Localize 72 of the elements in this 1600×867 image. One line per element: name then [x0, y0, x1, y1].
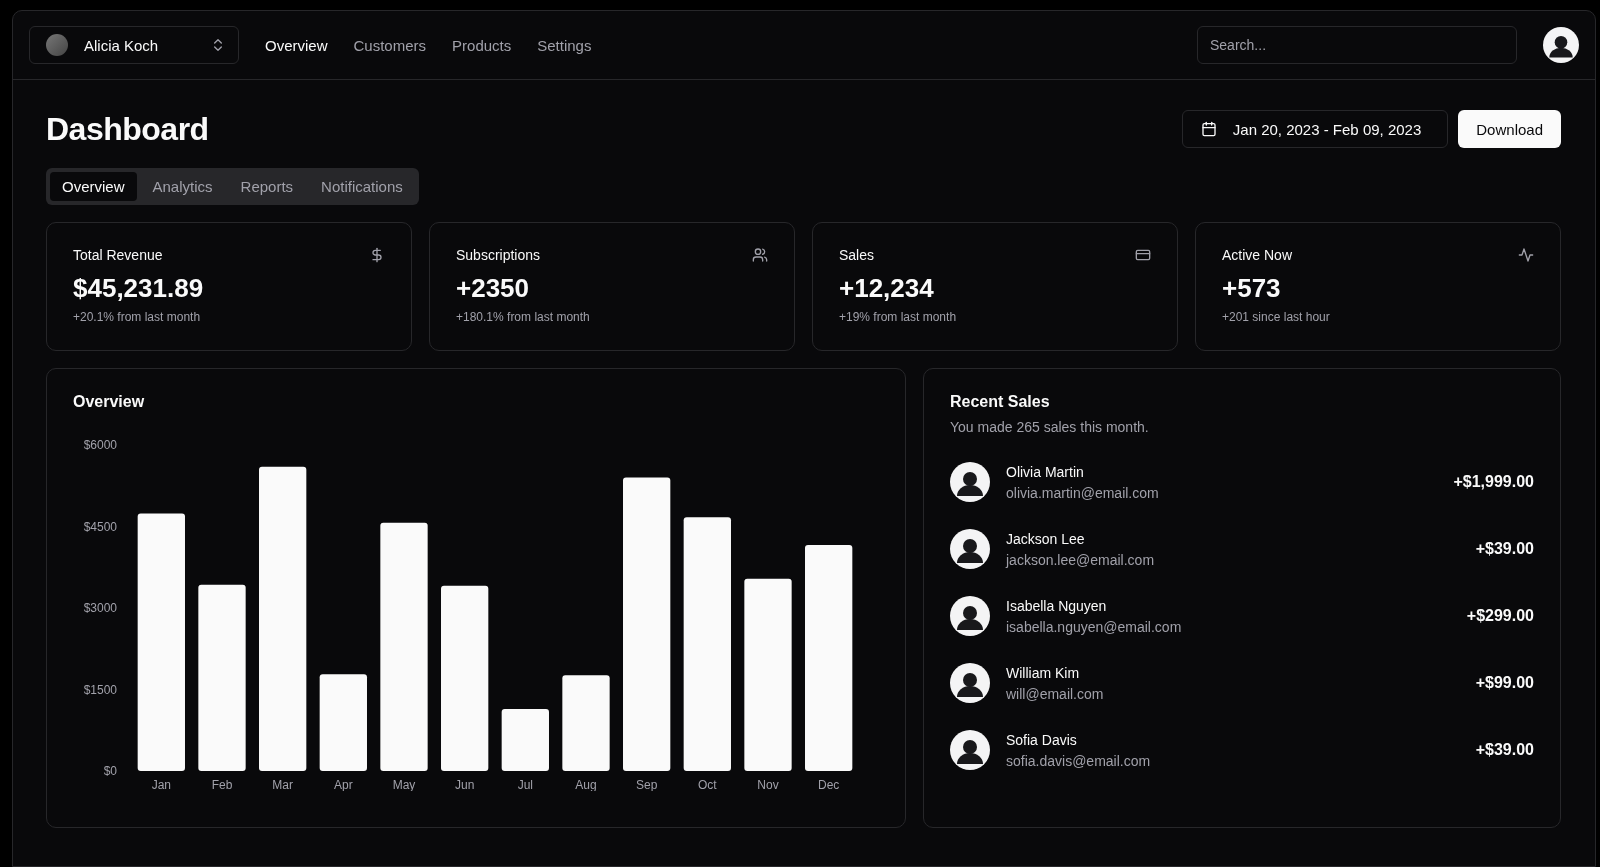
customer-name: Olivia Martin — [1006, 463, 1085, 480]
customer-email: isabella.nguyen@email.com — [1006, 618, 1183, 635]
customer-email: will@email.com — [1006, 685, 1105, 702]
user-avatar[interactable] — [1543, 27, 1579, 63]
sale-amount: +$39.00 — [1475, 741, 1534, 759]
stat-title: Sales — [839, 247, 875, 263]
users-icon — [752, 247, 768, 263]
customer-email: jackson.lee@email.com — [1006, 551, 1156, 568]
axis-label: $0 — [103, 764, 117, 778]
axis-label: $1500 — [83, 682, 117, 697]
axis-label: $6000 — [83, 438, 117, 452]
customer-name: Jackson Lee — [1006, 530, 1086, 547]
axis-label: Sep — [636, 778, 658, 791]
stat-note: +20.1% from last month — [73, 310, 202, 324]
calendar-icon — [1200, 121, 1217, 137]
sale-amount: +$1,999.00 — [1453, 473, 1534, 491]
axis-label: $4500 — [83, 519, 117, 534]
download-button[interactable]: Download — [1458, 110, 1561, 148]
avatar-icon — [950, 462, 990, 502]
stat-value: +573 — [1222, 273, 1282, 304]
customer-email: olivia.martin@email.com — [1006, 484, 1160, 501]
sale-amount: +$299.00 — [1466, 607, 1534, 625]
stat-value: +2350 — [456, 273, 531, 304]
axis-label: Oct — [698, 778, 717, 791]
customer-email: sofia.davis@email.com — [1006, 752, 1152, 769]
axis-label: Apr — [334, 778, 353, 791]
search-field[interactable]: Search... — [1197, 26, 1517, 64]
card-title: Recent Sales — [950, 393, 1051, 411]
nav-link[interactable]: Overview — [265, 36, 328, 54]
avatar-icon — [950, 596, 990, 636]
customer-name: William Kim — [1006, 664, 1081, 681]
card-title: Overview — [73, 393, 146, 411]
credit-card-icon — [1135, 247, 1151, 263]
axis-label: Feb — [211, 778, 233, 791]
card-subtitle: You made 265 sales this month. — [950, 419, 1150, 435]
page-title: Dashboard — [46, 110, 210, 148]
nav-link[interactable]: Products — [452, 36, 512, 54]
team-switcher[interactable]: Alicia Koch — [29, 26, 239, 64]
stat-note: +180.1% from last month — [456, 310, 591, 324]
dollar-icon — [369, 247, 385, 263]
avatar-icon — [950, 730, 990, 770]
axis-label: Aug — [575, 778, 597, 791]
stat-title: Subscriptions — [456, 247, 541, 263]
stat-value: $45,231.89 — [73, 273, 205, 304]
stat-title: Active Now — [1222, 247, 1293, 263]
tab[interactable]: Notifications — [309, 172, 415, 201]
axis-label: Mar — [272, 778, 293, 791]
activity-icon — [1518, 247, 1534, 263]
avatar-icon — [950, 529, 990, 569]
bar — [501, 709, 549, 771]
axis-label: Nov — [757, 778, 779, 791]
customer-name: Isabella Nguyen — [1006, 597, 1108, 614]
stat-note: +19% from last month — [839, 310, 958, 324]
axis-label: $3000 — [83, 601, 117, 615]
nav-link[interactable]: Customers — [353, 36, 427, 54]
tab[interactable]: Reports — [228, 172, 306, 201]
date-range-picker[interactable]: Jan 20, 2023 - Feb 09, 2023 — [1181, 110, 1449, 148]
axis-label: May — [392, 778, 416, 791]
customer-name: Sofia Davis — [1006, 731, 1078, 748]
stat-note: +201 since last hour — [1222, 310, 1331, 324]
stat-value: +12,234 — [839, 273, 935, 304]
tab[interactable]: Analytics — [140, 172, 225, 201]
stat-title: Total Revenue — [73, 247, 163, 263]
axis-label: Dec — [818, 778, 840, 791]
tab[interactable]: Overview — [50, 172, 137, 201]
axis-label: Jun — [455, 778, 475, 791]
axis-label: Jul — [517, 778, 533, 791]
avatar-icon — [950, 663, 990, 703]
sale-amount: +$99.00 — [1475, 674, 1534, 692]
nav-link[interactable]: Settings — [537, 36, 592, 54]
sale-amount: +$39.00 — [1475, 540, 1534, 558]
axis-label: Jan — [151, 778, 171, 791]
